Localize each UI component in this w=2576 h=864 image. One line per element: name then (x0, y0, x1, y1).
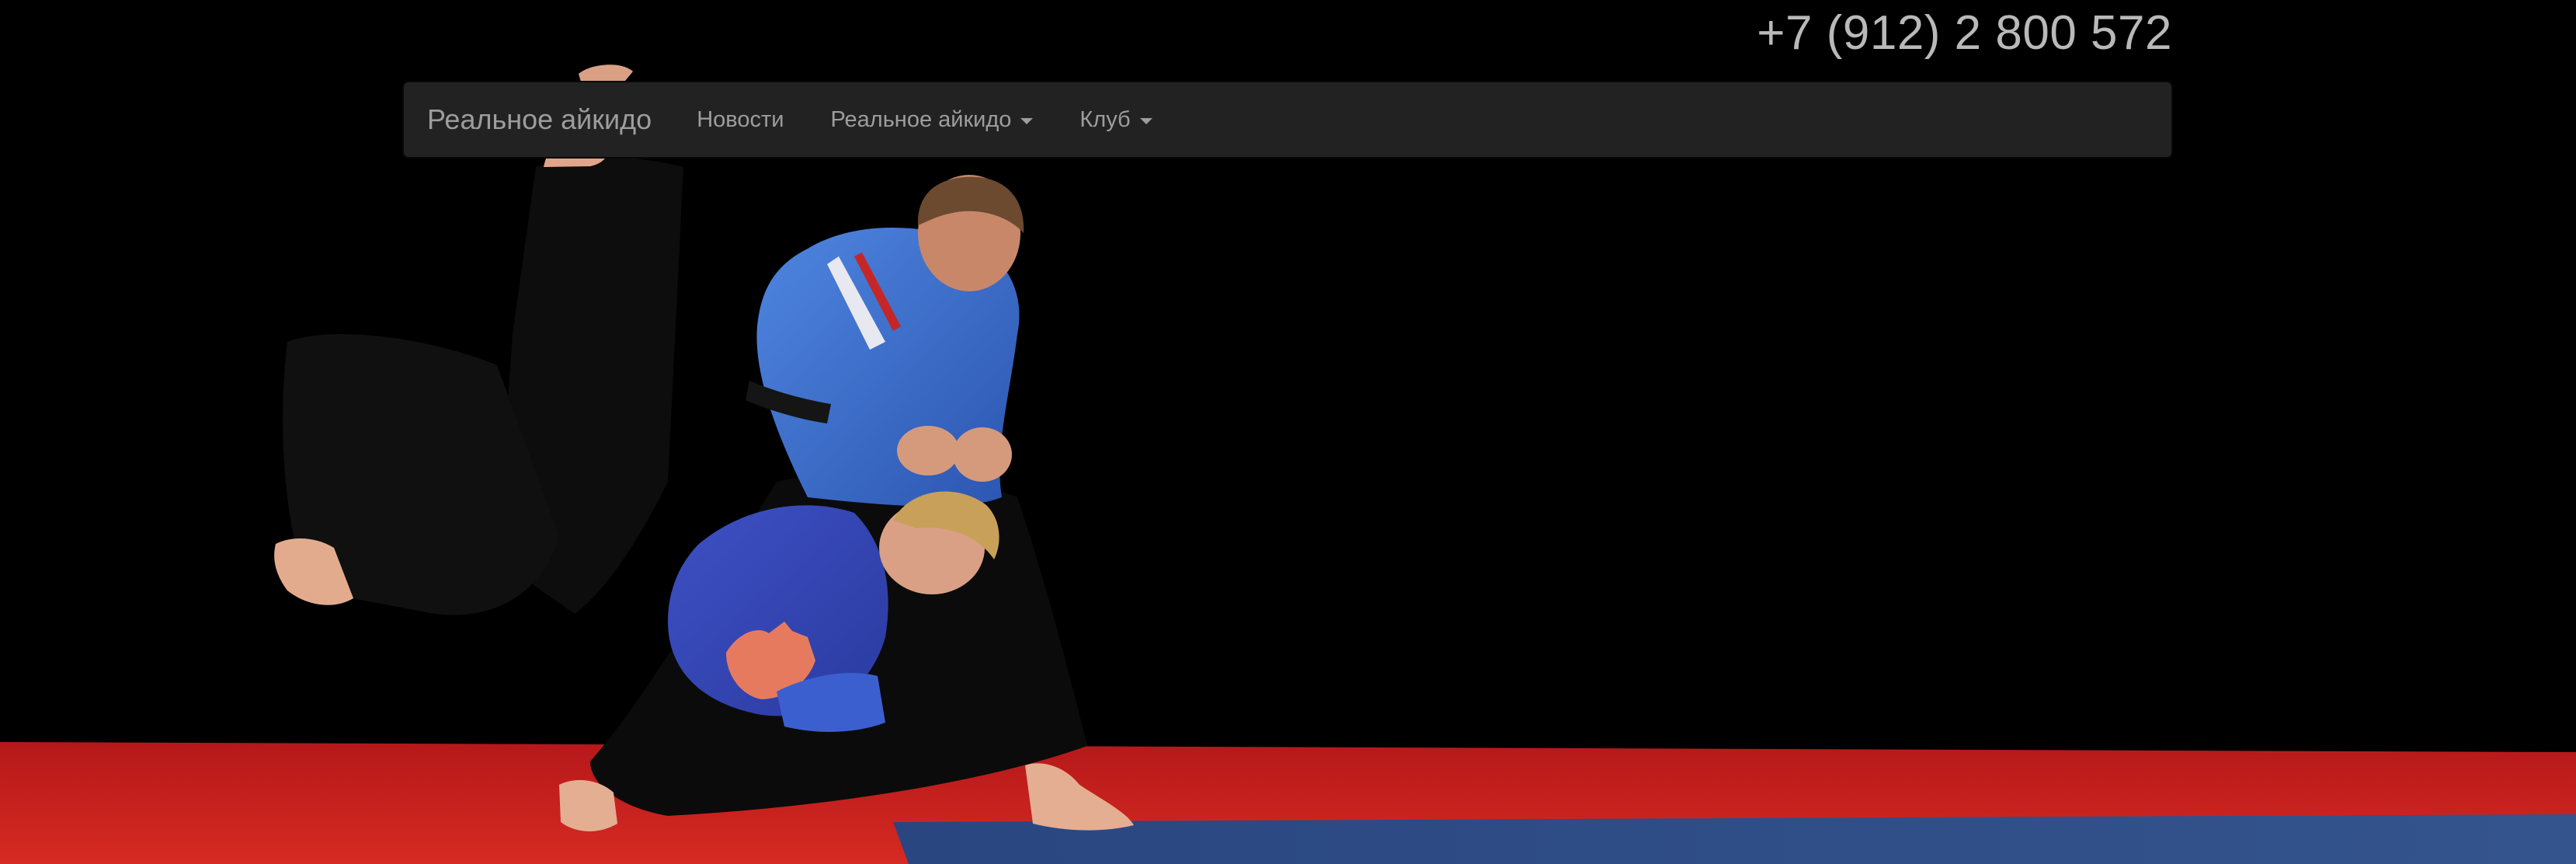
nav-item-news-label: Новости (697, 106, 784, 132)
phone-number: +7 (912) 2 800 572 (1757, 6, 2172, 60)
hero-banner: +7 (912) 2 800 572 Реальное айкидо Новос… (0, 0, 2576, 864)
nav-item-club-label: Клуб (1079, 106, 1131, 132)
nav-item-news[interactable]: Новости (697, 106, 784, 132)
nav-item-real-aikido-dropdown[interactable]: Реальное айкидо (830, 106, 1034, 132)
nav-item-club-dropdown[interactable]: Клуб (1079, 106, 1152, 132)
caret-down-icon (1020, 118, 1034, 124)
blue-mat (893, 814, 2576, 864)
navbar-brand[interactable]: Реальное айкидо (427, 106, 652, 134)
main-navbar: Реальное айкидо Новости Реальное айкидо … (402, 81, 2173, 159)
nav-item-real-aikido-label: Реальное айкидо (830, 106, 1012, 132)
caret-down-icon (1139, 118, 1152, 124)
